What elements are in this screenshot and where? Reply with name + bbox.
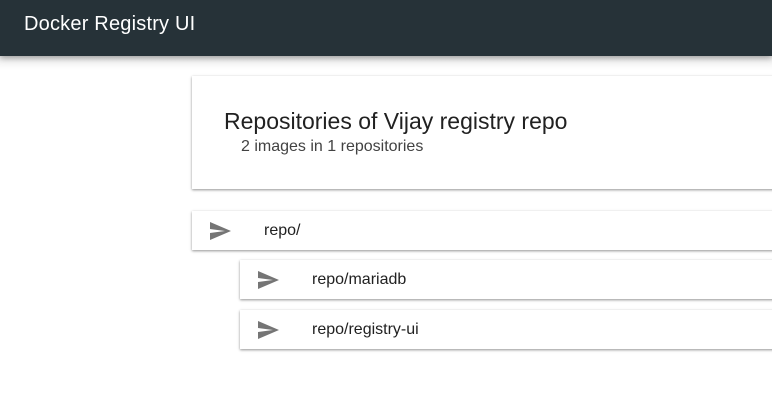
app-bar-shadow [0,56,772,70]
app-bar: Docker Registry UI [0,0,772,56]
app-title[interactable]: Docker Registry UI [24,13,195,36]
send-icon [208,219,232,243]
send-icon [256,318,280,342]
page-title: Repositories of Vijay registry repo [224,108,568,134]
repository-label: repo/ [264,222,301,239]
repositories-header-card: Repositories of Vijay registry repo 2 im… [192,76,772,189]
repository-row-registry-ui[interactable]: repo/registry-ui [240,310,772,349]
send-icon [256,268,280,292]
repository-row-mariadb[interactable]: repo/mariadb [240,260,772,299]
page-subtitle: 2 images in 1 repositories [241,138,424,155]
repository-label: repo/registry-ui [312,321,419,338]
repository-row-repo[interactable]: repo/ [192,211,772,250]
repository-label: repo/mariadb [312,271,407,288]
